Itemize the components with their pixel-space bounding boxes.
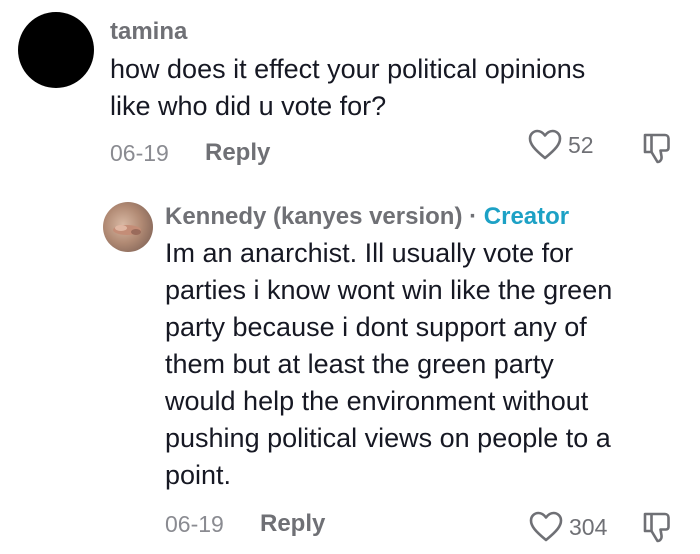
comment-date: 06-19 [110, 140, 169, 166]
heart-outline-icon [529, 511, 563, 542]
thumbs-down-outline-icon [643, 512, 670, 543]
dislike-button[interactable] [640, 131, 674, 170]
avatar[interactable] [18, 12, 94, 88]
like-count: 52 [568, 131, 594, 158]
reply-button[interactable]: Reply [260, 510, 325, 538]
avatar[interactable] [103, 202, 153, 252]
comment-text: how does it effect your political opinio… [110, 54, 586, 121]
comment-date: 06-19 [165, 511, 224, 537]
like-button[interactable]: 304 [529, 511, 607, 543]
creator-badge: Creator [483, 203, 570, 230]
reply-header: Kennedy (kanyes version) · Creator [165, 203, 569, 231]
comment-text: Im an anarchist. Ill usually vote for pa… [165, 238, 613, 490]
separator-dot: · [462, 203, 484, 230]
reply-button[interactable]: Reply [205, 139, 270, 167]
like-count: 304 [569, 513, 608, 540]
comment-username[interactable]: tamina [110, 18, 187, 46]
dislike-button[interactable] [640, 510, 674, 549]
comment-username[interactable]: Kennedy (kanyes version) [165, 203, 462, 230]
like-button[interactable]: 52 [528, 129, 594, 161]
heart-outline-icon [528, 129, 562, 160]
avatar-photo-image [113, 225, 141, 235]
thumbs-down-outline-icon [643, 133, 670, 164]
